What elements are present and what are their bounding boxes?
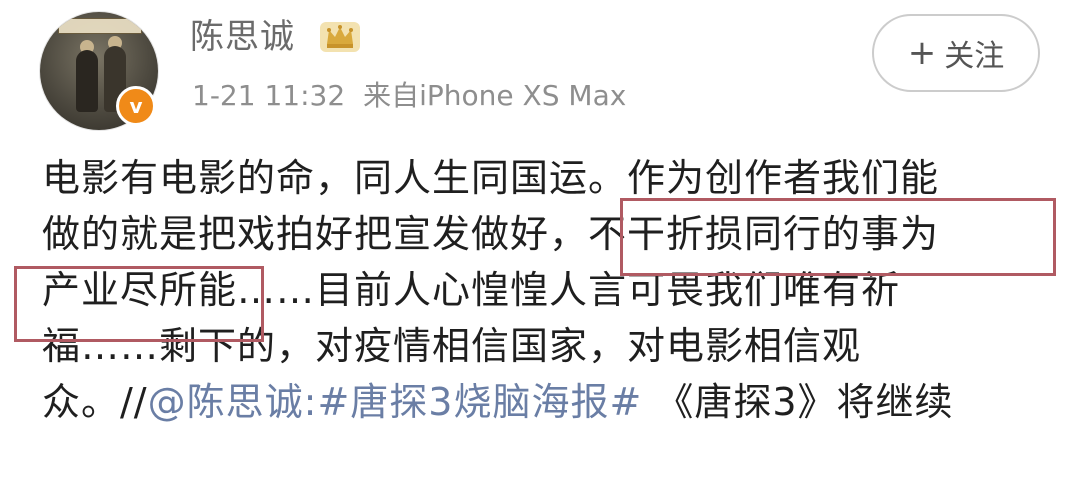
post-meta: 1-21 11:32 来自iPhone XS Max xyxy=(192,74,626,118)
post-text-segment: 《唐探3》将继续 xyxy=(642,380,954,424)
post-text-line: 电影有电影的命，同人生同国运。作为创作者我们能 xyxy=(42,156,940,200)
post-text-line: 产业尽所能……目前人心惶惶人言可畏我们唯有祈 xyxy=(42,262,1052,318)
avatar-poster-sign xyxy=(58,18,142,34)
verified-badge-icon: v xyxy=(116,86,156,126)
post-text-line: 做的就是把戏拍好把宣发做好，不干折损同行的事为 xyxy=(42,206,1052,262)
hashtag-link[interactable]: #唐探3烧脑海报# xyxy=(317,380,642,424)
username[interactable]: 陈思诚 xyxy=(190,14,295,60)
post-text-segment: 众。// xyxy=(42,380,148,424)
post-text-line: 福……剩下的，对疫情相信国家，对电影相信观 xyxy=(42,324,862,368)
post-timestamp: 1-21 11:32 xyxy=(192,79,346,112)
post-text-segment: : xyxy=(303,380,318,424)
follow-button[interactable]: + 关注 xyxy=(872,14,1040,92)
post-text-segment: 做的就是把戏拍好把宣发做好， xyxy=(42,212,589,256)
follow-button-label: 关注 xyxy=(944,39,1005,74)
highlighted-text: 产业尽所能 xyxy=(42,268,238,312)
plus-icon: + xyxy=(907,33,937,73)
crown-icon xyxy=(320,22,360,52)
mention-link[interactable]: @陈思诚 xyxy=(148,380,304,424)
avatar-figure xyxy=(76,50,98,112)
post-text-line: 众。//@陈思诚:#唐探3烧脑海报# 《唐探3》将继续 xyxy=(42,374,1052,430)
highlighted-text: 不干折损同行的事为 xyxy=(588,212,940,256)
post-source: 来自iPhone XS Max xyxy=(363,79,627,112)
post-text-segment: ……目前人心惶惶人言可畏我们唯有祈 xyxy=(237,268,901,312)
post-body: 电影有电影的命，同人生同国运。作为创作者我们能 做的就是把戏拍好把宣发做好，不干… xyxy=(42,150,1052,430)
